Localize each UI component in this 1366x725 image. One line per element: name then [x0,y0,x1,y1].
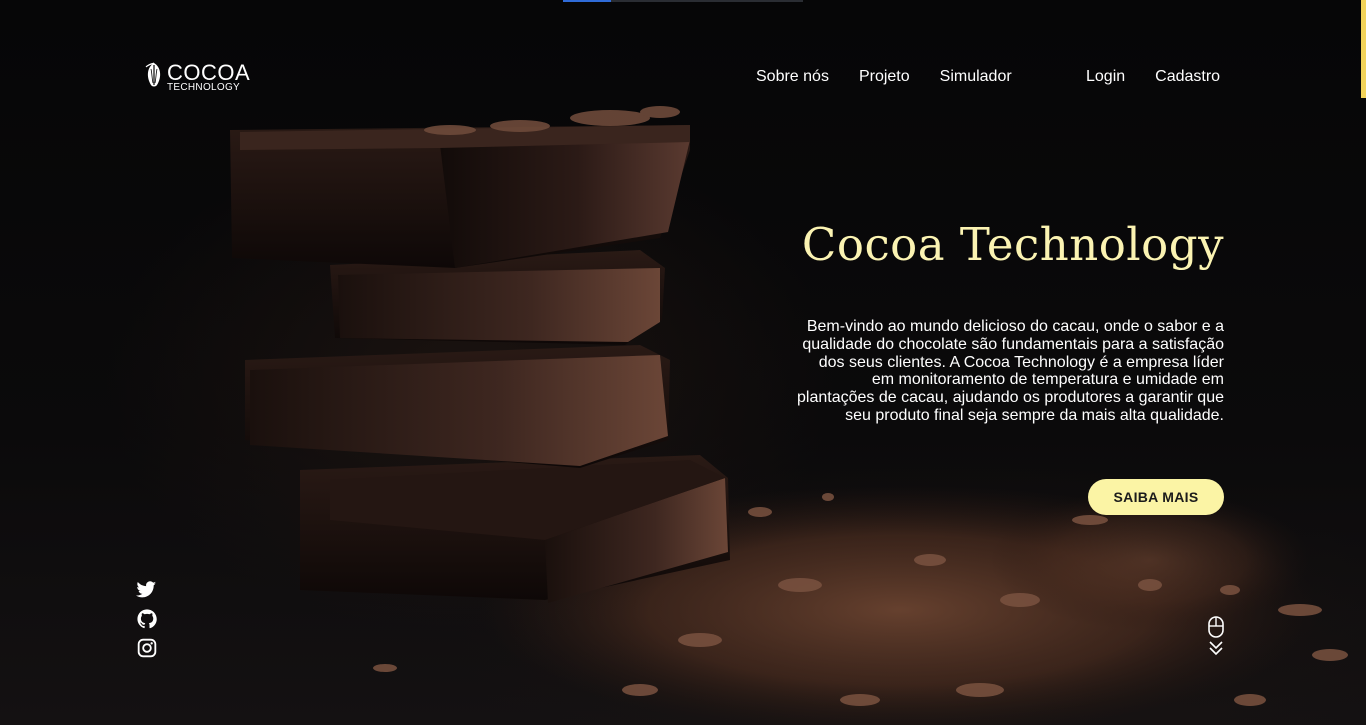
scrollbar-thumb[interactable] [1361,0,1366,98]
auth-nav: Login Cadastro [1086,68,1220,88]
mouse-scroll-icon[interactable] [1206,616,1226,658]
saiba-mais-button[interactable]: SAIBA MAIS [1088,479,1224,515]
loading-bar [563,0,803,2]
github-icon[interactable] [136,609,157,629]
landing-page: COCOA TECHNOLOGY Sobre nós Projeto Simul… [0,0,1366,725]
twitter-icon[interactable] [136,580,157,600]
nav-item-sobre-nos[interactable]: Sobre nós [756,68,829,88]
nav-item-simulador[interactable]: Simulador [940,68,1012,88]
logo-sub-text: TECHNOLOGY [167,81,241,93]
nav-item-projeto[interactable]: Projeto [859,68,910,88]
hero-title: Cocoa Technology [801,218,1224,271]
social-links [136,580,157,658]
login-link[interactable]: Login [1086,68,1125,88]
hero-description: Bem-vindo ao mundo delicioso do cacau, o… [797,318,1224,424]
signup-link[interactable]: Cadastro [1155,68,1220,88]
logo-main-text: COCOA [167,59,251,85]
main-nav: Sobre nós Projeto Simulador [756,68,1012,88]
cocoa-pod-icon [143,61,165,93]
loading-bar-fill [563,0,611,2]
instagram-icon[interactable] [136,638,157,658]
logo[interactable]: COCOA TECHNOLOGY [143,60,251,94]
